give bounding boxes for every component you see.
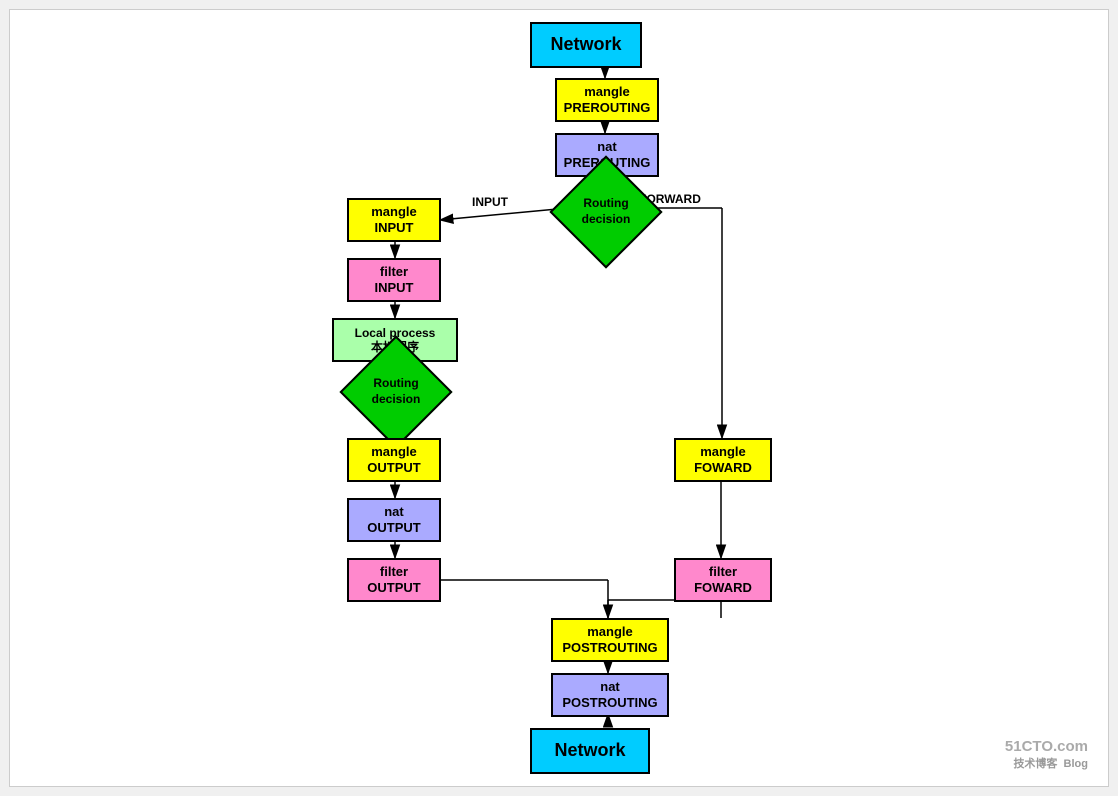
nat-output-label: natOUTPUT	[367, 504, 420, 535]
mangle-prerouting-label: manglePREROUTING	[564, 84, 651, 115]
mangle-postrouting-box: manglePOSTROUTING	[551, 618, 669, 662]
mangle-output-label: mangleOUTPUT	[367, 444, 420, 475]
nat-output-box: natOUTPUT	[347, 498, 441, 542]
network-bottom-label: Network	[554, 740, 625, 762]
filter-forward-box: filterFOWARD	[674, 558, 772, 602]
filter-forward-label: filterFOWARD	[694, 564, 752, 595]
watermark: 51CTO.com 技术博客 Blog	[1005, 738, 1088, 771]
svg-text:INPUT: INPUT	[472, 195, 509, 209]
mangle-output-box: mangleOUTPUT	[347, 438, 441, 482]
nat-postrouting-label: natPOSTROUTING	[562, 679, 657, 710]
watermark-line2: 技术博客 Blog	[1005, 755, 1088, 771]
mangle-input-box: mangleINPUT	[347, 198, 441, 242]
filter-output-box: filterOUTPUT	[347, 558, 441, 602]
watermark-line1: 51CTO.com	[1005, 738, 1088, 755]
mangle-prerouting-box: manglePREROUTING	[555, 78, 659, 122]
network-top-label: Network	[550, 34, 621, 56]
mangle-postrouting-label: manglePOSTROUTING	[562, 624, 657, 655]
filter-input-label: filterINPUT	[375, 264, 414, 295]
routing-decision-local: Routingdecision	[348, 364, 444, 420]
filter-input-box: filterINPUT	[347, 258, 441, 302]
mangle-forward-label: mangleFOWARD	[694, 444, 752, 475]
mangle-input-label: mangleINPUT	[371, 204, 417, 235]
network-top-box: Network	[530, 22, 642, 68]
network-bottom-box: Network	[530, 728, 650, 774]
mangle-forward-box: mangleFOWARD	[674, 438, 772, 482]
routing-decision-top: Routingdecision	[558, 184, 654, 240]
filter-output-label: filterOUTPUT	[367, 564, 420, 595]
nat-postrouting-box: natPOSTROUTING	[551, 673, 669, 717]
